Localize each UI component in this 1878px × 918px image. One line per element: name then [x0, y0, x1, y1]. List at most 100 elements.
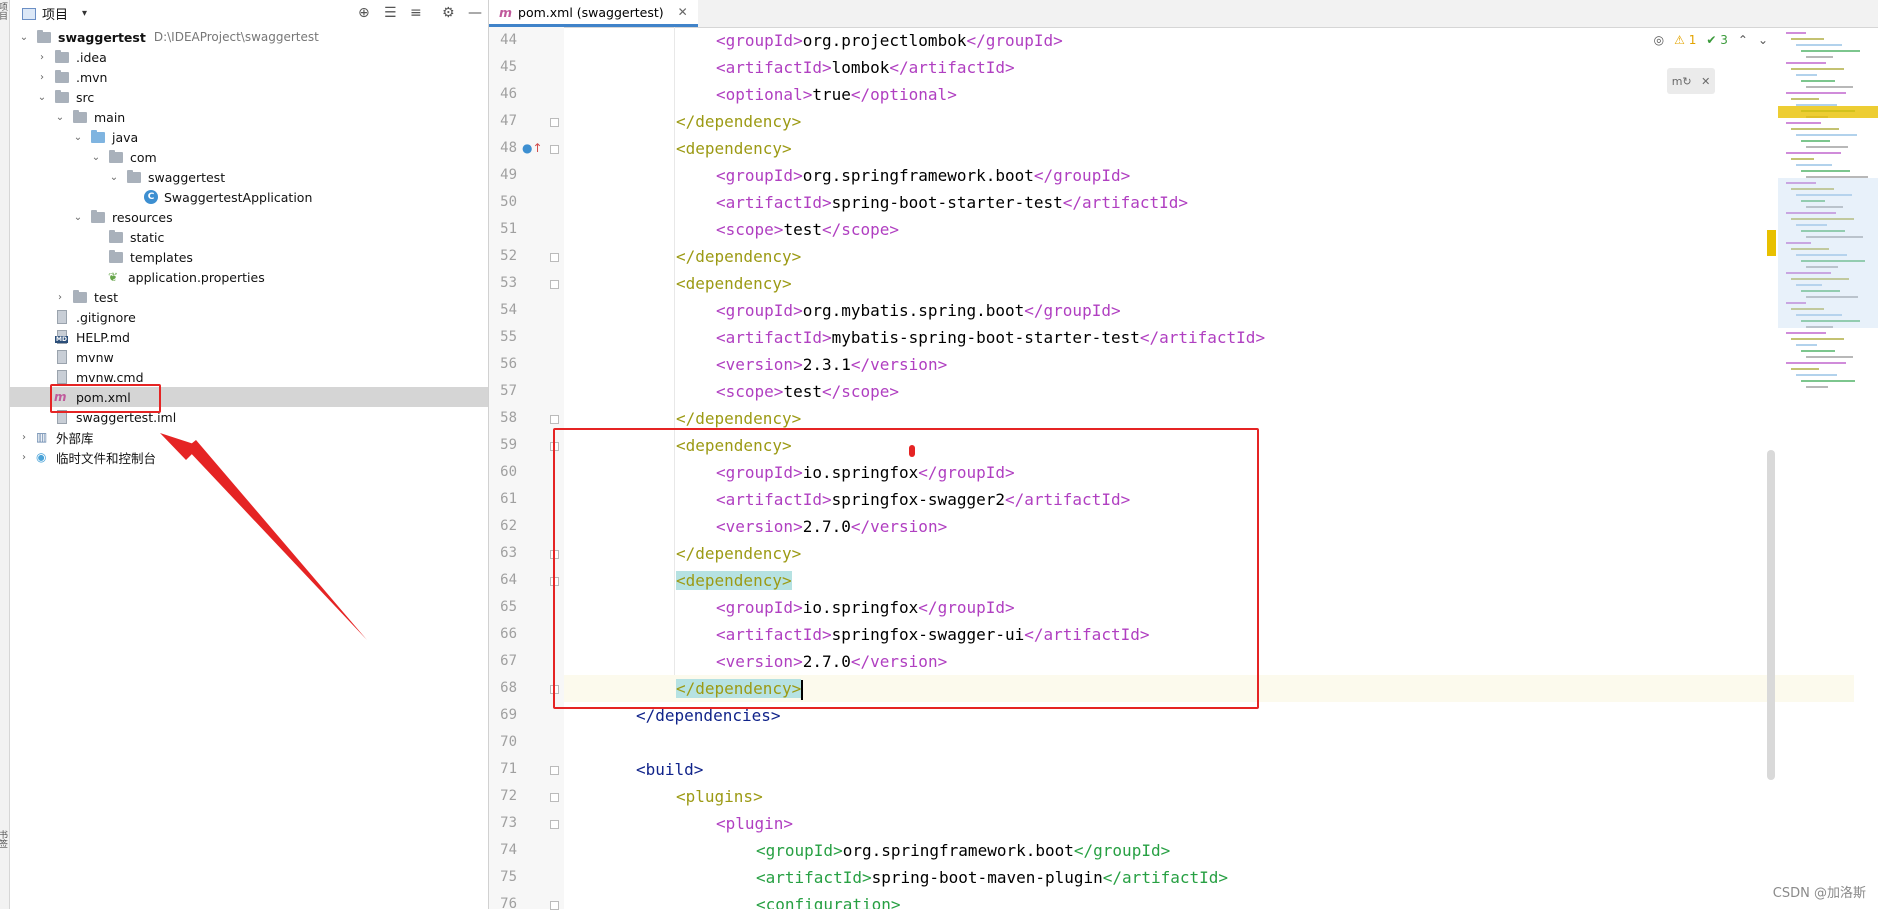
- scrollbar-thumb[interactable]: [1767, 450, 1775, 780]
- tree-item[interactable]: .gitignore: [10, 307, 488, 327]
- chevron-up-icon[interactable]: ⌃: [1738, 33, 1748, 47]
- expand-all-icon[interactable]: ☰: [384, 5, 397, 21]
- scrollbar-warning-marker[interactable]: [1767, 230, 1776, 256]
- close-icon[interactable]: ✕: [678, 5, 688, 19]
- code-line[interactable]: <artifactId>spring-boot-maven-plugin</ar…: [564, 864, 1854, 891]
- chevron-down-icon[interactable]: ⌄: [108, 172, 120, 183]
- code-line[interactable]: <artifactId>mybatis-spring-boot-starter-…: [564, 324, 1854, 351]
- line-number: 71: [500, 761, 517, 777]
- eye-off-icon[interactable]: ◎: [1654, 33, 1664, 47]
- maven-reload-icon[interactable]: m↻: [1672, 75, 1692, 88]
- code-line[interactable]: <version>2.3.1</version>: [564, 351, 1854, 378]
- code-line[interactable]: </dependency>: [564, 108, 1854, 135]
- tree-item[interactable]: ❦ application.properties: [10, 267, 488, 287]
- spring-properties-icon: ❦: [108, 270, 119, 284]
- tree-item[interactable]: ⌄ swaggertest: [10, 167, 488, 187]
- code-line[interactable]: [564, 729, 1854, 756]
- tree-item[interactable]: ⌄ swaggertest D:\IDEAProject\swaggertest: [10, 27, 488, 47]
- xml-tag: </groupId>: [1033, 166, 1131, 185]
- code-minimap[interactable]: [1778, 28, 1878, 409]
- chevron-down-icon[interactable]: ⌄: [90, 152, 102, 163]
- chevron-down-icon[interactable]: ⌄: [72, 212, 84, 223]
- tree-item[interactable]: ⌄ resources: [10, 207, 488, 227]
- code-line[interactable]: <scope>test</scope>: [564, 216, 1854, 243]
- maven-reload-popup[interactable]: m↻ ✕: [1667, 68, 1715, 94]
- minimize-icon[interactable]: —: [468, 5, 482, 21]
- xml-tag: <optional>: [716, 85, 813, 104]
- gear-icon[interactable]: ⚙: [442, 5, 455, 21]
- chevron-right-icon[interactable]: ›: [54, 292, 66, 303]
- line-number: 56: [500, 356, 517, 372]
- chevron-down-icon[interactable]: ⌄: [36, 92, 48, 103]
- code-line[interactable]: <build>: [564, 756, 1854, 783]
- tree-item[interactable]: › test: [10, 287, 488, 307]
- code-line[interactable]: <scope>test</scope>: [564, 378, 1854, 405]
- chevron-right-icon[interactable]: ›: [36, 52, 48, 63]
- inspection-widget[interactable]: ◎ ⚠ 1 ✔ 3 ⌃ ⌄: [1654, 33, 1768, 47]
- chevron-down-icon[interactable]: ▾: [82, 8, 87, 19]
- folder-icon: [108, 230, 124, 244]
- xml-tag: </scope>: [821, 220, 900, 239]
- tree-item[interactable]: ⌄ java: [10, 127, 488, 147]
- chevron-right-icon[interactable]: ›: [36, 72, 48, 83]
- chevron-down-icon[interactable]: ⌄: [72, 132, 84, 143]
- annotation-box-pom: [50, 384, 161, 413]
- tree-item[interactable]: ⌄ src: [10, 87, 488, 107]
- code-line[interactable]: </dependency>: [564, 243, 1854, 270]
- tree-item[interactable]: › .mvn: [10, 67, 488, 87]
- vertical-scrollbar[interactable]: [1767, 30, 1776, 909]
- chevron-right-icon[interactable]: ›: [18, 452, 30, 463]
- line-number: 45: [500, 59, 517, 75]
- close-icon[interactable]: ✕: [1701, 75, 1710, 88]
- code-line[interactable]: <plugin>: [564, 810, 1854, 837]
- tree-item[interactable]: static: [10, 227, 488, 247]
- locate-icon[interactable]: ⊕: [358, 5, 370, 21]
- collapse-all-icon[interactable]: ≡: [410, 5, 422, 21]
- tree-item[interactable]: mvnw: [10, 347, 488, 367]
- fold-marker-icon[interactable]: [550, 118, 559, 127]
- xml-text: org.springframework.boot: [802, 166, 1034, 185]
- tree-item[interactable]: ⌄ main: [10, 107, 488, 127]
- code-line[interactable]: <artifactId>lombok</artifactId>: [564, 54, 1854, 81]
- line-number: 54: [500, 302, 517, 318]
- tree-item[interactable]: ⌄ com: [10, 147, 488, 167]
- code-line[interactable]: <dependency>: [564, 270, 1854, 297]
- code-line[interactable]: <plugins>: [564, 783, 1854, 810]
- tree-item[interactable]: C SwaggertestApplication: [10, 187, 488, 207]
- code-line[interactable]: <groupId>org.springframework.boot</group…: [564, 162, 1854, 189]
- code-line[interactable]: <dependency>: [564, 135, 1854, 162]
- gutter-overrides-icon[interactable]: ●↑: [522, 141, 543, 155]
- fold-marker-icon[interactable]: [550, 415, 559, 424]
- fold-marker-icon[interactable]: [550, 766, 559, 775]
- tree-item[interactable]: › ▥ 外部库: [10, 427, 488, 447]
- bookmarks-tool-label[interactable]: 书签: [0, 830, 9, 848]
- fold-marker-icon[interactable]: [550, 793, 559, 802]
- warning-count[interactable]: ⚠ 1: [1674, 33, 1696, 47]
- code-line[interactable]: <artifactId>spring-boot-starter-test</ar…: [564, 189, 1854, 216]
- fold-marker-icon[interactable]: [550, 280, 559, 289]
- fold-marker-icon[interactable]: [550, 145, 559, 154]
- chevron-right-icon[interactable]: ›: [18, 432, 30, 443]
- gitignore-file-icon: [54, 310, 70, 324]
- code-line[interactable]: <groupId>org.mybatis.spring.boot</groupI…: [564, 297, 1854, 324]
- fold-marker-icon[interactable]: [550, 253, 559, 262]
- tree-item[interactable]: › ◉ 临时文件和控制台: [10, 447, 488, 467]
- tab-pom-xml[interactable]: m pom.xml (swaggertest) ✕: [489, 0, 698, 27]
- minimap-line: [1801, 170, 1850, 172]
- fold-marker-icon[interactable]: [550, 820, 559, 829]
- tree-item[interactable]: templates: [10, 247, 488, 267]
- xml-text: org.projectlombok: [802, 31, 967, 50]
- tree-item[interactable]: HELP.md: [10, 327, 488, 347]
- xml-text: spring-boot-maven-plugin: [871, 868, 1103, 887]
- ok-count[interactable]: ✔ 3: [1706, 33, 1728, 47]
- chevron-down-icon[interactable]: ⌄: [54, 112, 66, 123]
- project-panel-title[interactable]: 项目: [42, 4, 68, 23]
- code-line[interactable]: <groupId>org.springframework.boot</group…: [564, 837, 1854, 864]
- code-line[interactable]: <configuration>: [564, 891, 1854, 909]
- code-line[interactable]: <optional>true</optional>: [564, 81, 1854, 108]
- project-tool-label[interactable]: 项目: [0, 2, 9, 20]
- tree-item[interactable]: › .idea: [10, 47, 488, 67]
- line-number: 76: [500, 896, 517, 912]
- chevron-down-icon[interactable]: ⌄: [18, 32, 30, 43]
- minimap-viewport[interactable]: [1778, 178, 1878, 328]
